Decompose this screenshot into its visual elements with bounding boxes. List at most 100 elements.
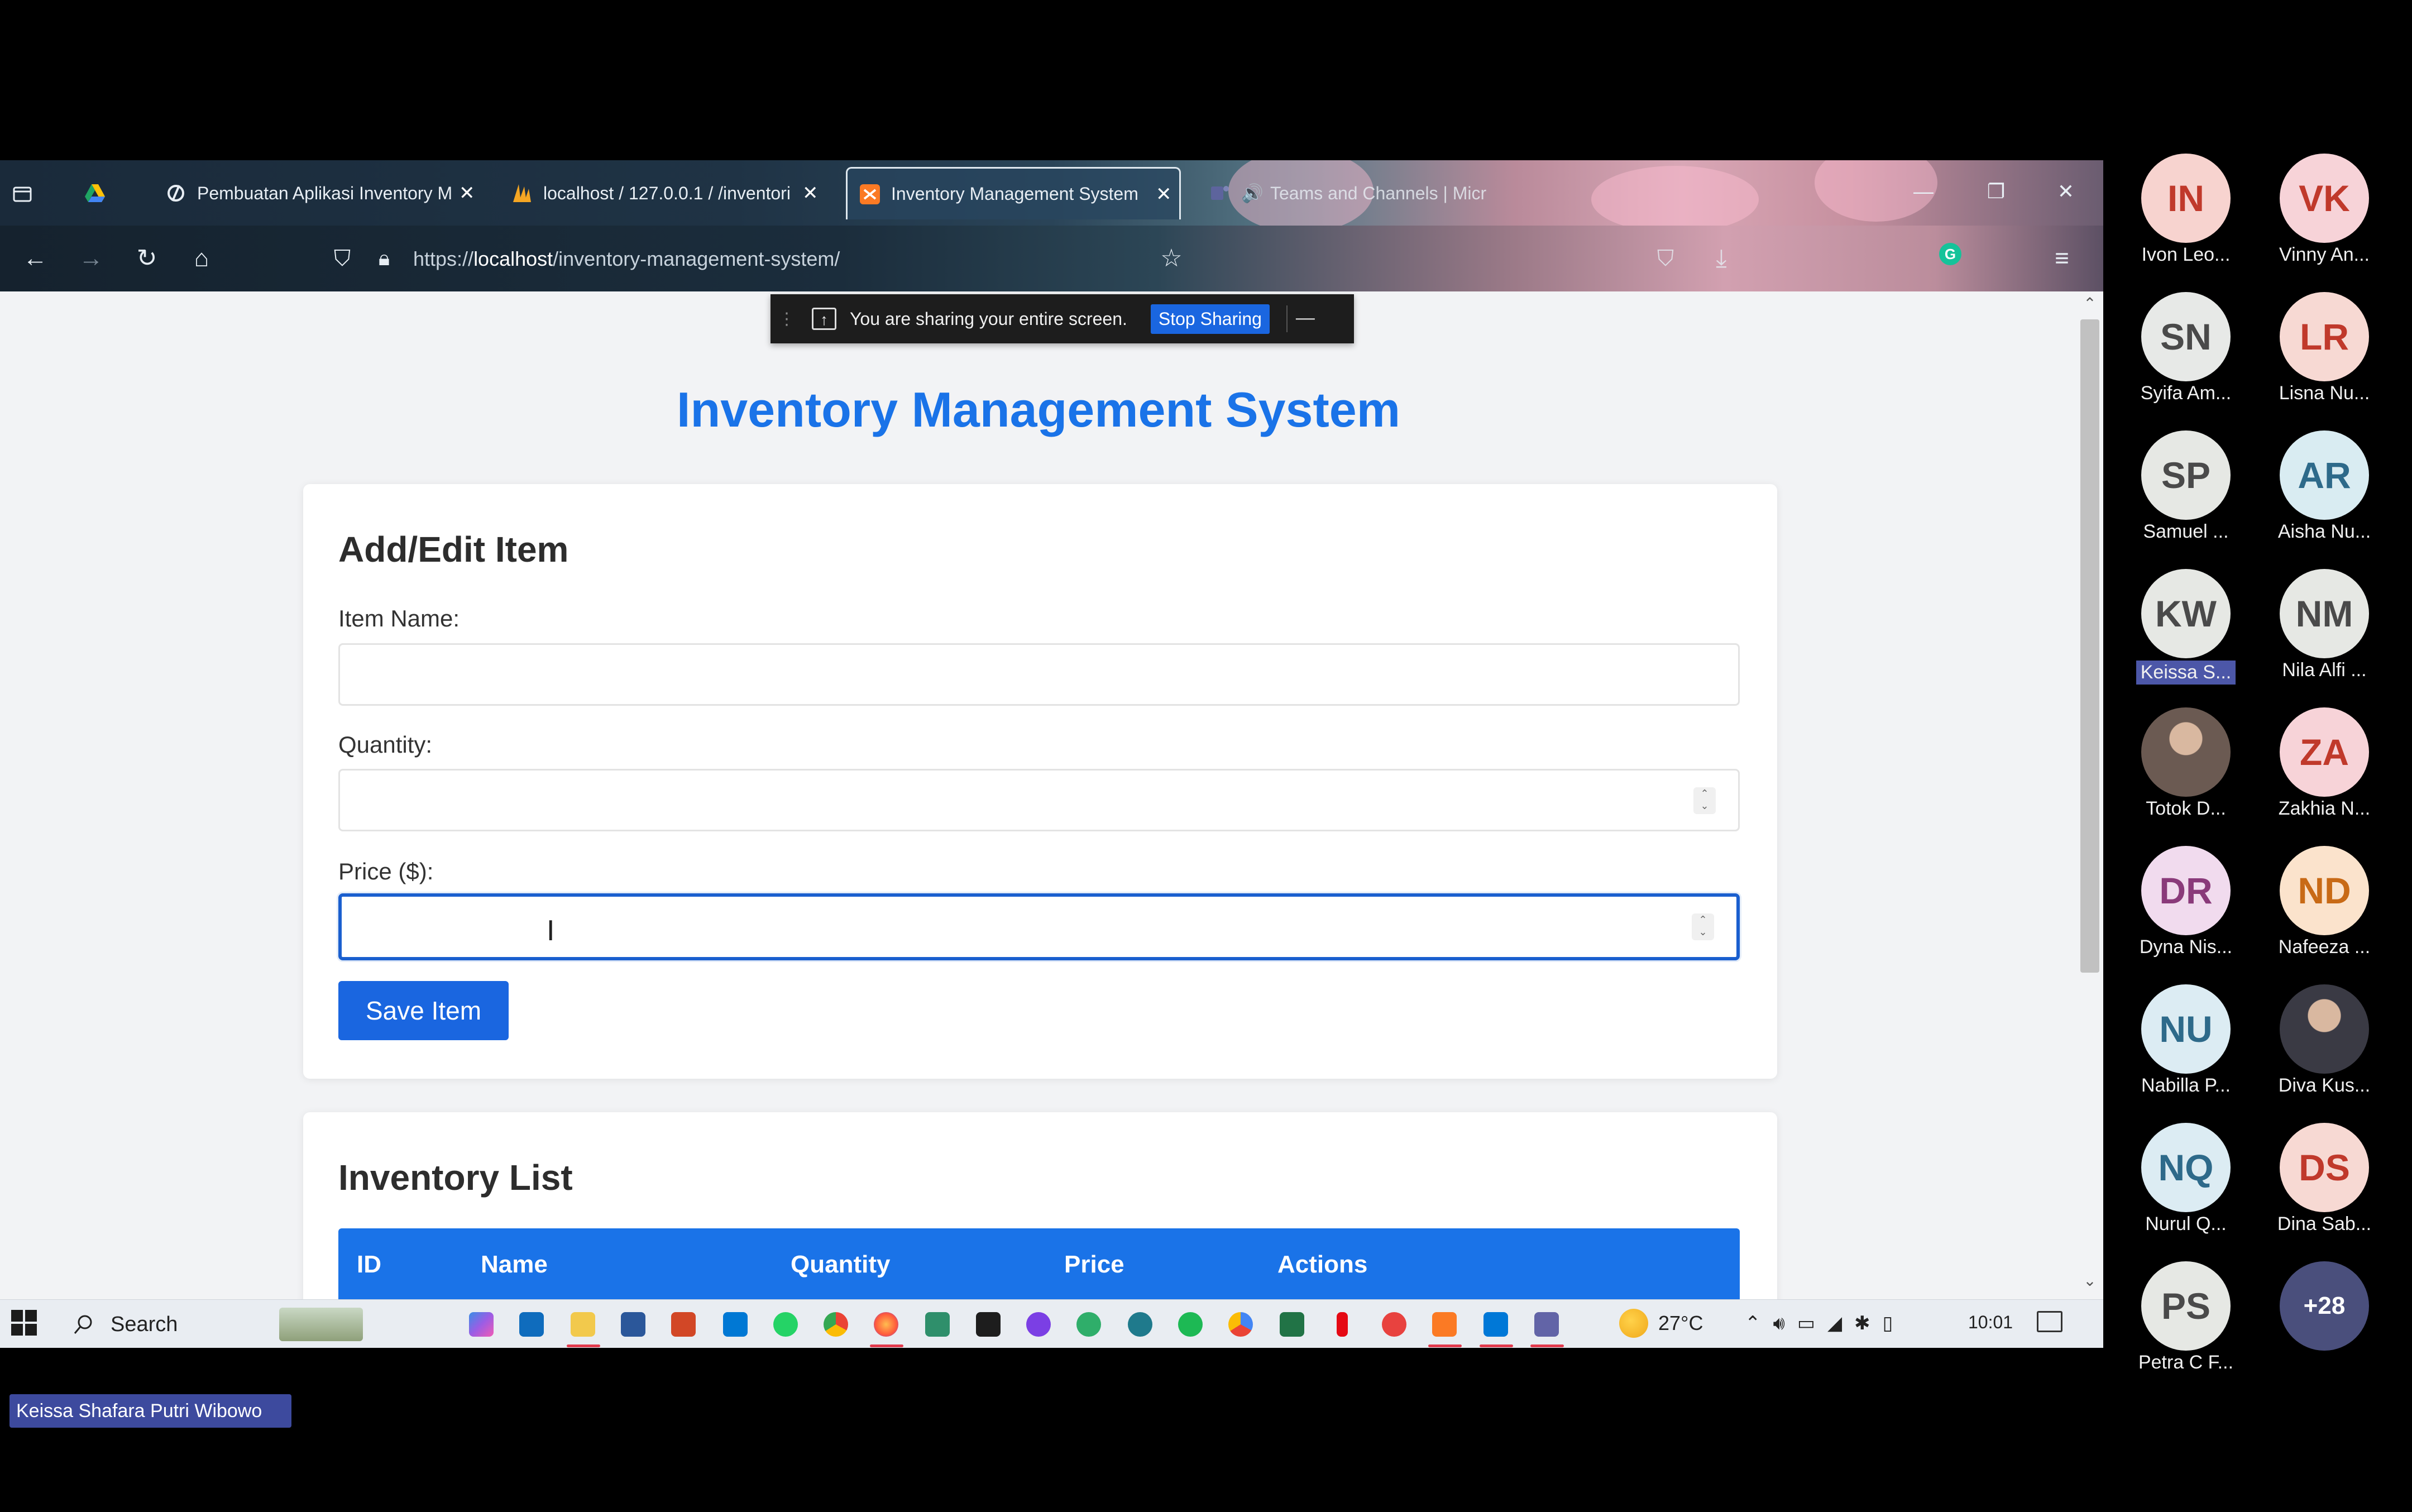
word-icon[interactable] <box>621 1312 645 1337</box>
participant-tile[interactable]: NU Nabilla P... <box>2122 984 2250 1097</box>
list-heading: Inventory List <box>338 1157 573 1198</box>
download-icon[interactable]: ⤓ <box>1703 240 1740 277</box>
participant-tile[interactable]: DR Dyna Nis... <box>2122 846 2250 958</box>
scroll-up-icon[interactable]: ⌃ <box>2078 294 2102 313</box>
participant-tile[interactable]: Diva Kus... <box>2260 984 2389 1097</box>
bookmark-star-icon[interactable]: ☆ <box>1153 240 1190 277</box>
participant-name: Nabilla P... <box>2122 1075 2250 1097</box>
notifications-icon[interactable] <box>2037 1311 2062 1332</box>
chrome-icon[interactable] <box>824 1312 848 1337</box>
pocket-icon[interactable]: ⛉ <box>1647 240 1684 277</box>
minimize-banner-button[interactable]: — <box>1286 305 1323 332</box>
text-cursor-icon: I <box>547 915 555 947</box>
minimize-window-button[interactable]: — <box>1907 175 1940 208</box>
outlook-icon[interactable] <box>519 1312 544 1337</box>
xampp-taskbar-icon[interactable] <box>1432 1312 1457 1337</box>
maximize-window-button[interactable]: ❐ <box>1979 175 2013 208</box>
tab-inventory-management[interactable]: Inventory Management System ✕ <box>846 167 1181 219</box>
lock-icon[interactable]: 🔒︎ <box>366 240 403 277</box>
windows-start-icon[interactable] <box>11 1310 38 1337</box>
acrobat-icon[interactable] <box>1382 1312 1406 1337</box>
stop-sharing-button[interactable]: Stop Sharing <box>1150 304 1270 334</box>
shared-screen: Pembuatan Aplikasi Inventory M ✕ localho… <box>0 160 2103 1348</box>
participant-tile[interactable]: DS Dina Sab... <box>2260 1123 2389 1235</box>
tracking-shield-icon[interactable]: ⛉ <box>324 240 361 277</box>
participant-tile[interactable]: LR Lisna Nu... <box>2260 292 2389 404</box>
chrome-profile-icon[interactable] <box>1228 1312 1253 1337</box>
item-name-label: Item Name: <box>338 605 460 631</box>
participant-name: Nafeeza ... <box>2260 936 2389 958</box>
participant-tile[interactable]: NM Nila Alfi ... <box>2260 569 2389 681</box>
participant-tile[interactable]: KW Keissa S... <box>2122 569 2250 685</box>
google-drive-tab[interactable] <box>84 167 123 219</box>
svg-text:G: G <box>1945 246 1956 262</box>
save-item-button[interactable]: Save Item <box>338 981 509 1040</box>
clock[interactable]: 10:01 <box>1968 1312 2013 1333</box>
running-indicator <box>1428 1344 1462 1347</box>
vscode-icon[interactable] <box>1483 1312 1508 1337</box>
weather-widget[interactable]: 27°C <box>1619 1309 1703 1338</box>
edge-icon[interactable] <box>1128 1312 1152 1337</box>
participant-tile[interactable]: VK Vinny An... <box>2260 154 2389 266</box>
copilot-icon[interactable] <box>469 1312 494 1337</box>
drag-handle-icon[interactable]: ⋮ <box>778 309 795 329</box>
price-stepper-icon[interactable]: ⌃ ⌄ <box>1692 913 1714 940</box>
participant-tile[interactable]: Totok D... <box>2122 707 2250 820</box>
column-actions: Actions <box>1277 1251 1368 1278</box>
participant-name: Dyna Nis... <box>2122 936 2250 958</box>
item-name-input[interactable] <box>338 643 1740 706</box>
powerpoint-icon[interactable] <box>671 1312 696 1337</box>
taskbar-search-box[interactable]: Search <box>73 1308 363 1341</box>
participant-tile[interactable]: SN Syifa Am... <box>2122 292 2250 404</box>
quantity-input[interactable]: ⌃ ⌄ <box>338 769 1740 831</box>
vue-app-icon[interactable] <box>1076 1312 1101 1337</box>
meta-app-icon[interactable] <box>1026 1312 1051 1337</box>
grammarly-icon[interactable]: G <box>1932 240 1969 277</box>
participant-tile[interactable]: SP Samuel ... <box>2122 430 2250 543</box>
back-icon[interactable]: ← <box>17 240 54 277</box>
sticky-notes-icon[interactable] <box>976 1312 1001 1337</box>
tab-overview-button[interactable] <box>11 167 50 219</box>
participant-tile[interactable]: AR Aisha Nu... <box>2260 430 2389 543</box>
address-bar[interactable]: https://localhost/inventory-management-s… <box>413 243 840 275</box>
forward-icon[interactable]: → <box>73 240 109 277</box>
excel-icon[interactable] <box>1280 1312 1304 1337</box>
more-participants-button[interactable]: +28 <box>2260 1261 2389 1351</box>
home-icon[interactable]: ⌂ <box>183 240 220 277</box>
browser-tab-bar: Pembuatan Aplikasi Inventory M ✕ localho… <box>0 160 2103 233</box>
participant-tile[interactable]: IN Ivon Leo... <box>2122 154 2250 266</box>
scrollbar-thumb[interactable] <box>2080 319 2099 973</box>
quantity-stepper-icon[interactable]: ⌃ ⌄ <box>1693 787 1716 814</box>
participant-tile[interactable]: ND Nafeeza ... <box>2260 846 2389 958</box>
whatsapp-icon[interactable] <box>773 1312 798 1337</box>
spotify-icon[interactable] <box>1178 1312 1203 1337</box>
participant-name-text: Totok D... <box>2146 798 2226 819</box>
tab-overview-icon <box>11 182 34 204</box>
close-tab-icon[interactable]: ✕ <box>802 182 819 204</box>
participant-name-text: Ivon Leo... <box>2141 244 2231 265</box>
participant-name-text: Dina Sab... <box>2277 1213 2372 1235</box>
close-tab-icon[interactable]: ✕ <box>1156 183 1172 205</box>
participant-tile[interactable]: NQ Nurul Q... <box>2122 1123 2250 1235</box>
system-tray[interactable]: ⌃🔊︎▭◢✱▯ <box>1745 1312 1905 1334</box>
page-title: Inventory Management System <box>677 382 1400 437</box>
firefox-icon[interactable] <box>874 1312 898 1337</box>
netflix-icon[interactable] <box>1337 1312 1348 1337</box>
scroll-down-icon[interactable]: ⌄ <box>2078 1271 2102 1290</box>
tab-pembuatan[interactable]: Pembuatan Aplikasi Inventory M ✕ <box>165 167 483 219</box>
menu-icon[interactable]: ≡ <box>2044 240 2080 277</box>
participant-tile[interactable]: ZA Zakhia N... <box>2260 707 2389 820</box>
file-explorer-icon[interactable] <box>571 1312 595 1337</box>
close-window-button[interactable]: ✕ <box>2049 175 2083 208</box>
close-tab-icon[interactable]: ✕ <box>459 182 475 204</box>
remote-desktop-icon[interactable] <box>723 1312 748 1337</box>
participant-tile[interactable]: PS Petra C F... <box>2122 1261 2250 1374</box>
participant-photo <box>2280 984 2369 1074</box>
reload-icon[interactable]: ↻ <box>128 240 165 277</box>
tab-teams[interactable]: 🔊 Teams and Channels | Micr <box>1209 167 1521 219</box>
teams-taskbar-icon[interactable] <box>1534 1312 1559 1337</box>
tab-phpmyadmin[interactable]: localhost / 127.0.0.1 / /inventori ✕ <box>511 167 824 219</box>
running-indicator <box>1530 1344 1564 1347</box>
security-app-icon[interactable] <box>925 1312 950 1337</box>
xampp-icon <box>859 183 881 205</box>
